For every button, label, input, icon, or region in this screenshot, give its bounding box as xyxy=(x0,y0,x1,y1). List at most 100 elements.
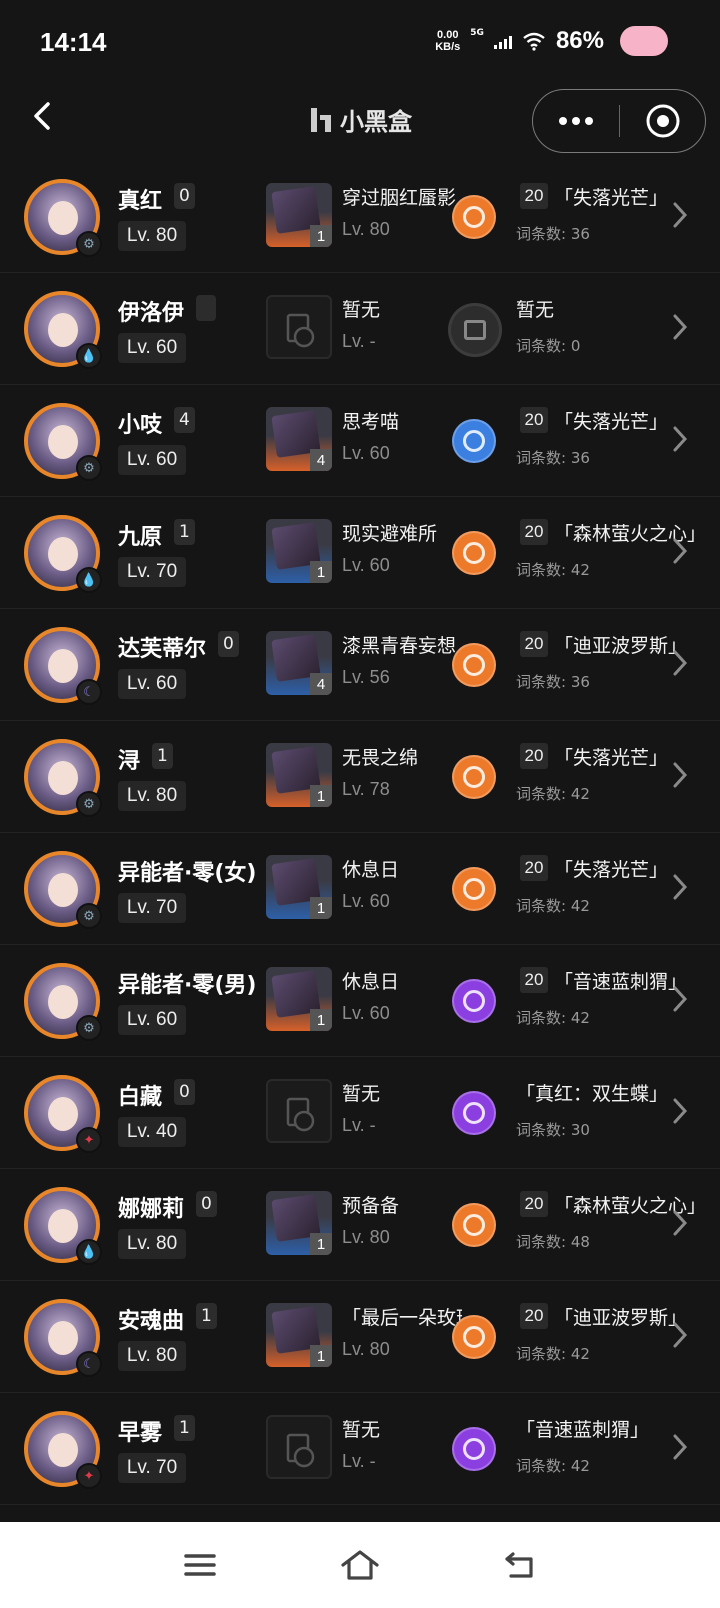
weapon-icon: 1 xyxy=(266,1191,332,1255)
character-name: 浔 xyxy=(118,749,141,774)
chevron-right-icon xyxy=(673,202,688,228)
weapon-name: 穿过胭红蜃影 xyxy=(342,187,457,209)
character-row[interactable]: ☾ 安魂曲 1 Lv. 80 1 「最后一朵玫瑰」 Lv. 80 20 「迪亚波罗斯」词条数… xyxy=(0,1281,720,1393)
module-level: 20 xyxy=(520,1303,548,1329)
module-affix-count: 词条数: 0 xyxy=(516,337,581,355)
top-bar: 小黑盒 xyxy=(0,84,720,156)
module-icon xyxy=(452,419,496,463)
star-level-badge: 1 xyxy=(174,1415,195,1441)
character-row[interactable]: ⚙ 浔 1 Lv. 80 1 无畏之绵 Lv. 78 20 「失落光芒」 词条数: 42 xyxy=(0,721,720,833)
star-level-badge: 1 xyxy=(174,519,195,545)
mini-program-capsule xyxy=(532,89,706,153)
module-icon xyxy=(452,1427,496,1471)
module-empty-icon xyxy=(448,303,502,357)
logo-icon xyxy=(311,107,331,132)
weapon-refine-level: 1 xyxy=(310,225,332,247)
star-level-badge: 0 xyxy=(218,631,239,657)
character-level: Lv. 40 xyxy=(118,1117,186,1147)
character-name: 九原 xyxy=(118,525,163,550)
character-level: Lv. 60 xyxy=(118,1005,186,1035)
weapon-level: Lv. 80 xyxy=(342,1227,390,1247)
weapon-level: Lv. 60 xyxy=(342,443,390,463)
character-level: Lv. 70 xyxy=(118,893,186,923)
module-affix-count: 词条数: 36 xyxy=(516,673,590,691)
flame-icon: ✦ xyxy=(76,1463,102,1489)
chevron-right-icon xyxy=(673,314,688,340)
weapon-empty-slot xyxy=(266,1415,332,1479)
weapon-name: 暂无 xyxy=(342,299,381,321)
gear-icon: ⚙ xyxy=(76,903,102,929)
weapon-refine-level: 4 xyxy=(310,449,332,471)
signal-icon xyxy=(493,33,512,49)
home-icon xyxy=(341,1550,379,1580)
character-level: Lv. 80 xyxy=(118,781,186,811)
chevron-right-icon xyxy=(673,986,688,1012)
module-affix-count: 词条数: 42 xyxy=(516,561,590,579)
character-row[interactable]: ✦ 早雾 1 Lv. 70 暂无 Lv. - 「音速蓝刺猬」 词条数: 42 xyxy=(0,1393,720,1505)
character-row[interactable]: 💧 九原 1 Lv. 70 1 现实避难所 Lv. 60 20 「森林萤火之心」 词条数: 4… xyxy=(0,497,720,609)
character-row[interactable]: ⚙ 真红 0 Lv. 80 1 穿过胭红蜃影 Lv. 80 20 「失落光芒」 词条数: 36 xyxy=(0,161,720,273)
module-affix-count: 词条数: 48 xyxy=(516,1233,590,1251)
character-name: 伊洛伊 xyxy=(118,301,185,326)
weapon-level: Lv. 80 xyxy=(342,1339,390,1359)
star-level-badge: 0 xyxy=(196,1191,217,1217)
module-level: 20 xyxy=(520,631,548,657)
module-name: 「音速蓝刺猬」 xyxy=(554,971,688,993)
module-icon xyxy=(452,867,496,911)
weapon-level: Lv. 78 xyxy=(342,779,390,799)
character-row[interactable]: ⚙ 异能者·零(男) Lv. 60 1 休息日 Lv. 60 20 「音速蓝刺猬」 词条数:… xyxy=(0,945,720,1057)
flame-icon: ✦ xyxy=(76,1127,102,1153)
weapon-empty-slot xyxy=(266,1079,332,1143)
chevron-right-icon xyxy=(673,1322,688,1348)
star-level-badge: 1 xyxy=(196,1303,217,1329)
module-icon xyxy=(452,195,496,239)
weapon-refine-level: 1 xyxy=(310,897,332,919)
battery-percent: 86% xyxy=(555,27,604,54)
close-mini-program-button[interactable] xyxy=(620,90,705,152)
weapon-name: 休息日 xyxy=(342,859,400,881)
weapon-refine-level: 1 xyxy=(310,1009,332,1031)
chevron-right-icon xyxy=(673,874,688,900)
network-speed-value: 0.00 xyxy=(437,29,459,41)
weapon-name: 「最后一朵玫瑰」 xyxy=(342,1307,462,1329)
module-name: 「失落光芒」 xyxy=(554,747,669,769)
character-row[interactable]: ☾ 达芙蒂尔 0 Lv. 60 4 漆黑青春妄想 Lv. 56 20 「迪亚波罗斯」 词条数:… xyxy=(0,609,720,721)
gear-icon: ⚙ xyxy=(76,455,102,481)
weapon-icon: 1 xyxy=(266,743,332,807)
module-name: 「真红：双生蝶」 xyxy=(516,1083,669,1105)
home-button[interactable] xyxy=(340,1545,380,1585)
weapon-level: Lv. - xyxy=(342,1115,376,1135)
menu-button[interactable] xyxy=(180,1545,220,1585)
moon-icon: ☾ xyxy=(76,679,102,705)
weapon-refine-level: 1 xyxy=(310,561,332,583)
character-name: 异能者·零(女) xyxy=(118,861,257,886)
app-title: 小黑盒 xyxy=(340,108,412,136)
module-affix-count: 词条数: 36 xyxy=(516,449,590,467)
star-level-badge: 0 xyxy=(174,1079,195,1105)
weapon-level: Lv. 60 xyxy=(342,555,390,575)
empty-weapon-icon xyxy=(286,1433,315,1468)
module-name: 「失落光芒」 xyxy=(554,187,669,209)
moon-icon: ☾ xyxy=(76,1351,102,1377)
character-row[interactable]: 💧 娜娜莉 0 Lv. 80 1 预备备 Lv. 80 20 「森林萤火之心」 词条数: 48 xyxy=(0,1169,720,1281)
weapon-icon: 1 xyxy=(266,183,332,247)
character-row[interactable]: ⚙ 异能者·零(女) Lv. 70 1 休息日 Lv. 60 20 「失落光芒」 词条数: … xyxy=(0,833,720,945)
system-nav-bar xyxy=(0,1522,720,1608)
status-bar: 14:14 0.00 KB/s 5G 86% xyxy=(0,0,720,84)
wifi-icon xyxy=(523,32,545,51)
module-icon xyxy=(452,979,496,1023)
more-dot xyxy=(572,117,580,125)
weapon-level: Lv. 56 xyxy=(342,667,390,687)
back-nav-button[interactable] xyxy=(500,1545,540,1585)
gear-icon: ⚙ xyxy=(76,791,102,817)
weapon-level: Lv. - xyxy=(342,1451,376,1471)
network-type: 5G xyxy=(470,28,484,38)
character-row[interactable]: 💧 伊洛伊 Lv. 60 暂无 Lv. - 暂无 词条数: 0 xyxy=(0,273,720,385)
character-name: 娜娜莉 xyxy=(118,1197,185,1222)
character-name: 早雾 xyxy=(118,1421,163,1446)
weapon-name: 思考喵 xyxy=(342,411,400,433)
character-row[interactable]: ⚙ 小吱 4 Lv. 60 4 思考喵 Lv. 60 20 「失落光芒」 词条数: 36 xyxy=(0,385,720,497)
more-button[interactable] xyxy=(533,90,619,152)
character-name: 小吱 xyxy=(118,413,163,438)
character-row[interactable]: ✦ 白藏 0 Lv. 40 暂无 Lv. - 「真红：双生蝶」 词条数: 30 xyxy=(0,1057,720,1169)
